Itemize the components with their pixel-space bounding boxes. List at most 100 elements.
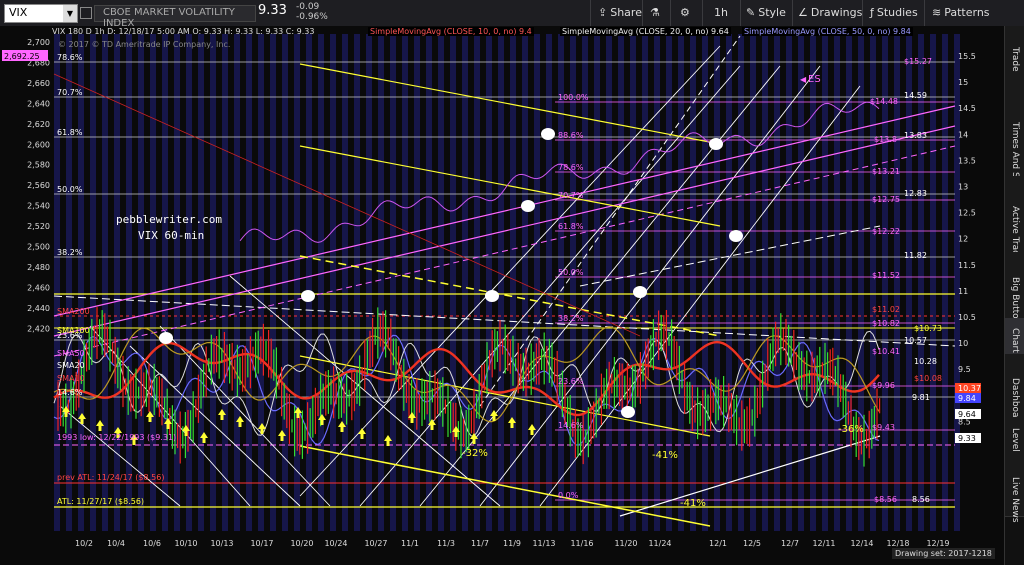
stripe [210,34,216,531]
left-axis-highlight: 2,692.25 [4,52,40,61]
left-axis-tick: 2,500 [27,243,50,252]
watermark: pebblewriter.com VIX 60-min [116,212,222,244]
mid-fib-label: 50.0% [558,268,584,277]
patterns-icon: ≋ [932,6,942,19]
right-axis-tick: 11.5 [958,261,976,270]
white-marker [521,200,535,212]
pct41-label: -41% [652,450,678,461]
studies-button[interactable]: ƒ Studies [870,3,918,23]
chart-area[interactable]: 78.6% 70.7% 61.8% 50.0% 38.2% 23.6% 14.6% 100.0… [0,26,1004,565]
drawings-button[interactable]: ∠ Drawings [798,3,862,23]
sidebar-tab-active-trader[interactable]: Active Trader [1005,176,1024,266]
right-level-label: $15.27 [904,57,932,66]
right-axis-tick: 10 [958,339,968,348]
stripe [426,34,432,531]
sidebar-tab-chart[interactable]: Chart [1005,318,1024,355]
right-level-label: 10.28 [914,357,937,366]
stripe [522,34,528,531]
sma-label: SMA20 [57,361,85,370]
sidebar-tab-label: Active Trader [1010,206,1020,266]
drawing-set-label[interactable]: Drawing set: 2017-1218 [892,548,995,559]
stripe [738,34,744,531]
flask-button[interactable]: ⚗ [650,3,660,23]
sidebar-tab-label: Dashboard [1010,378,1020,427]
sidebar-tab-trade[interactable]: Trade [1005,26,1024,85]
x-axis-tick: 11/1 [401,539,419,548]
stripe [546,34,552,531]
right-level-label: 12.83 [904,189,927,198]
right-level-label: $12.22 [872,227,900,236]
price-tag: 9.33 [958,434,976,443]
sidebar-tab-live-news[interactable]: Live News [1005,454,1024,523]
right-axis-tick: 13 [958,183,968,192]
stripe [930,34,936,531]
symbol-link-icon[interactable] [80,7,92,19]
stripe [690,34,696,531]
stripe [222,34,228,531]
sidebar-tab-times-and-sales[interactable]: Times And Sales [1005,84,1024,196]
stripe [606,34,612,531]
right-axis-tick: 10.5 [958,313,976,322]
left-fib-label: 14.6% [57,388,83,397]
left-axis-tick: 2,580 [27,161,50,170]
right-level-label: 11.82 [904,251,927,260]
stripe [174,34,180,531]
white-trendline [479,65,821,507]
stripe [162,34,168,531]
price-chart[interactable]: 78.6%70.7%61.8%50.0%38.2%23.6%14.6%100.0… [0,26,1004,565]
sidebar-tab-level-ii[interactable]: Level II [1005,418,1024,460]
x-axis-tick: 10/4 [107,539,125,548]
ohlc-readout: VIX 180 D 1h D: 12/18/17 5:00 AM O: 9.33… [52,27,315,36]
stripe [450,34,456,531]
right-axis-tick: 11 [958,287,968,296]
pct36-label: -36% [838,424,864,435]
right-level-label: $9.96 [872,381,895,390]
gear-button[interactable]: ⚙ [680,3,690,23]
x-axis-tick: 10/17 [250,539,273,548]
stripe [102,34,108,531]
sma-label: SMA100 [57,326,90,335]
sma-label: SMA50 [57,349,85,358]
stripe [774,34,780,531]
stripe [306,34,312,531]
x-axis-tick: 10/13 [210,539,233,548]
sidebar-tab-big-buttons[interactable]: Big Buttons [1005,252,1024,329]
right-level-label: $9.43 [872,423,895,432]
symbol-input[interactable]: VIX ▼ [4,4,78,23]
mid-fib-label: 14.6% [558,421,584,430]
left-axis-tick: 2,660 [27,79,50,88]
x-axis-tick: 11/9 [503,539,521,548]
share-button[interactable]: ⇪ Share [598,3,642,23]
prev-atl-label: prev ATL: 11/24/17 ($8.56) [57,473,164,482]
right-level-label: 14.59 [904,91,927,100]
price-tag: 9.64 [958,410,976,419]
studies-icon: ƒ [870,6,874,19]
timeframe-button[interactable]: 1h [714,3,728,23]
stripe [78,34,84,531]
x-axis-tick: 12/11 [812,539,835,548]
mid-fib-label: 70.7% [558,191,584,200]
patterns-button[interactable]: ≋ Patterns [932,3,990,23]
left-fib-label: 70.7% [57,88,83,97]
mid-fib-label: 38.2% [558,314,584,323]
stripe [390,34,396,531]
x-axis-tick: 12/19 [926,539,949,548]
last-price: 9.33 [258,3,287,18]
x-axis-tick: 12/1 [709,539,727,548]
x-axis-tick: 11/24 [648,539,671,548]
left-axis-tick: 2,460 [27,283,50,292]
mid-fib-label: 88.6% [558,131,584,140]
stripe [270,34,276,531]
stripe [342,34,348,531]
chevron-down-icon[interactable]: ▼ [63,5,77,22]
x-axis-tick: 11/3 [437,539,455,548]
left-fib-label: 38.2% [57,248,83,257]
stripes-background [54,34,960,531]
right-level-label: $8.56 [874,495,897,504]
right-sidebar: Trade Times And Sales Active Trader Big But… [1004,26,1024,565]
x-axis-tick: 10/27 [364,539,387,548]
style-button[interactable]: ✎ Style [746,3,786,23]
sidebar-tab-dashboard[interactable]: Dashboard [1005,354,1024,427]
right-level-label: $13.21 [872,167,900,176]
white-marker [621,406,635,418]
